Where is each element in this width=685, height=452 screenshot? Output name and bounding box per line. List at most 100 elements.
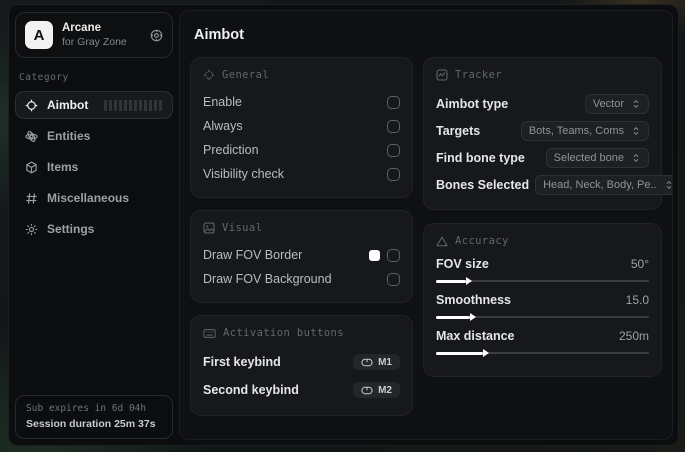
- gear-icon: [25, 223, 38, 235]
- app-logo: A: [25, 21, 53, 49]
- mouse-icon: [361, 358, 373, 366]
- sidebar-item-label: Settings: [47, 222, 95, 236]
- max-distance-slider[interactable]: [436, 348, 649, 358]
- dropdown-row: Find bone type Selected bone: [436, 145, 649, 170]
- prediction-checkbox[interactable]: [387, 143, 400, 157]
- fov-border-color-swatch[interactable]: [369, 249, 380, 261]
- power-button[interactable]: [150, 29, 163, 42]
- sidebar: A Arcane for Gray Zone Category Aimbot E…: [9, 5, 179, 445]
- cube-icon: [26, 160, 37, 174]
- panel-title: Tracker: [455, 69, 503, 81]
- keybind-value: M1: [378, 356, 392, 368]
- sidebar-item-miscellaneous[interactable]: Miscellaneous: [15, 184, 173, 212]
- enable-checkbox[interactable]: [387, 95, 400, 109]
- slider-label: Smoothness: [436, 293, 512, 307]
- triangle-icon: [436, 236, 448, 246]
- activity-icon: [436, 69, 448, 81]
- sidebar-item-label: Items: [47, 160, 79, 174]
- chevron-up-down-icon: [633, 99, 639, 108]
- slider-label: Max distance: [436, 329, 515, 343]
- keybind-row: Second keybind M2: [203, 377, 400, 403]
- panel-general: General Enable Always Prediction Visibil…: [190, 57, 413, 198]
- bones-selected-dropdown[interactable]: Head, Neck, Body, Pe..: [535, 174, 672, 195]
- dropdown-label: Bones Selected: [436, 177, 530, 192]
- main-pane: Aimbot General Enable Always Prediction …: [179, 10, 673, 440]
- dropdown-label: Find bone type: [436, 150, 525, 165]
- chevron-up-down-icon: [633, 153, 639, 162]
- always-checkbox[interactable]: [387, 119, 400, 133]
- toggle-label: Draw FOV Background: [203, 272, 332, 286]
- panel-activation-buttons: Activation buttons First keybind M1 Seco…: [190, 315, 413, 416]
- subscription-card: Sub expires in 6d 04h Session duration 2…: [15, 395, 173, 439]
- toggle-row: Visibility check: [203, 163, 400, 185]
- first-keybind-button[interactable]: M1: [353, 354, 400, 370]
- toggle-label: Draw FOV Border: [203, 248, 303, 262]
- draw-fov-border-checkbox[interactable]: [387, 248, 400, 262]
- panel-title: Activation buttons: [223, 327, 344, 339]
- dropdown-label: Aimbot type: [436, 96, 509, 111]
- slider-row: Smoothness 15.0: [436, 293, 649, 322]
- dropdown-row: Bones Selected Head, Neck, Body, Pe..: [436, 172, 672, 197]
- keybind-label: Second keybind: [203, 383, 299, 397]
- aimbot-type-dropdown[interactable]: Vector: [584, 93, 649, 114]
- slider-label: FOV size: [436, 257, 489, 271]
- toggle-label: Prediction: [203, 143, 259, 157]
- mouse-icon: [361, 386, 373, 394]
- sidebar-item-label: Miscellaneous: [47, 191, 130, 205]
- dropdown-row: Aimbot type Vector: [436, 91, 649, 116]
- chevron-up-down-icon: [633, 126, 639, 135]
- panel-accuracy: Accuracy FOV size 50° Smoothness 15.0 Ma…: [423, 223, 662, 377]
- fov-size-slider[interactable]: [436, 276, 649, 286]
- category-label: Category: [19, 72, 69, 83]
- sidebar-item-label: Entities: [47, 129, 91, 143]
- dropdown-value: Selected bone: [553, 151, 624, 164]
- app-title-block: Arcane for Gray Zone: [62, 21, 127, 49]
- sidebar-item-items[interactable]: Items: [15, 153, 173, 181]
- keybind-value: M2: [378, 384, 392, 396]
- find-bone-type-dropdown[interactable]: Selected bone: [545, 147, 649, 168]
- keybind-label: First keybind: [203, 355, 281, 369]
- session-duration-text: Session duration 25m 37s: [26, 418, 156, 430]
- toggle-label: Always: [203, 119, 243, 133]
- toggle-row: Enable: [203, 91, 400, 113]
- dropdown-label: Targets: [436, 123, 481, 138]
- dropdown-value: Head, Neck, Body, Pe..: [543, 178, 657, 191]
- toggle-row: Draw FOV Background: [203, 268, 400, 290]
- visibility-check-checkbox[interactable]: [387, 167, 400, 181]
- dropdown-row: Targets Bots, Teams, Coms: [436, 118, 649, 143]
- toggle-row: Draw FOV Border: [203, 244, 400, 266]
- crosshair-icon: [203, 69, 215, 81]
- keybind-row: First keybind M1: [203, 349, 400, 375]
- app-window: A Arcane for Gray Zone Category Aimbot E…: [8, 4, 679, 446]
- app-subtitle: for Gray Zone: [62, 35, 127, 48]
- image-icon: [203, 222, 215, 234]
- sidebar-item-label: Aimbot: [47, 98, 89, 112]
- entities-icon: [25, 130, 38, 142]
- dropdown-value: Vector: [592, 97, 624, 110]
- smoothness-slider[interactable]: [436, 312, 649, 322]
- toggle-row: Prediction: [203, 139, 400, 161]
- draw-fov-background-checkbox[interactable]: [387, 272, 400, 286]
- sidebar-nav: Aimbot Entities Items Miscellaneous Sett…: [15, 91, 173, 243]
- targets-dropdown[interactable]: Bots, Teams, Coms: [520, 120, 649, 141]
- toggle-label: Visibility check: [203, 167, 285, 181]
- keyboard-icon: [203, 328, 216, 338]
- panel-tracker: Tracker Aimbot type Vector Targets Bots,…: [423, 57, 672, 210]
- slider-value: 250m: [618, 329, 649, 343]
- slider-value: 15.0: [625, 293, 649, 307]
- panel-title: General: [222, 69, 270, 81]
- sidebar-item-settings[interactable]: Settings: [15, 215, 173, 243]
- sidebar-item-entities[interactable]: Entities: [15, 122, 173, 150]
- second-keybind-button[interactable]: M2: [353, 382, 400, 398]
- panel-visual: Visual Draw FOV Border Draw FOV Backgrou…: [190, 210, 413, 303]
- panel-title: Visual: [222, 222, 263, 234]
- slider-row: Max distance 250m: [436, 329, 649, 358]
- chevron-up-down-icon: [666, 180, 672, 189]
- dropdown-value: Bots, Teams, Coms: [528, 124, 624, 137]
- sidebar-item-aimbot[interactable]: Aimbot: [15, 91, 173, 119]
- toggle-row: Always: [203, 115, 400, 137]
- watermark: [104, 100, 162, 111]
- app-name: Arcane: [62, 22, 101, 35]
- slider-row: FOV size 50°: [436, 257, 649, 286]
- app-header-card: A Arcane for Gray Zone: [15, 12, 173, 58]
